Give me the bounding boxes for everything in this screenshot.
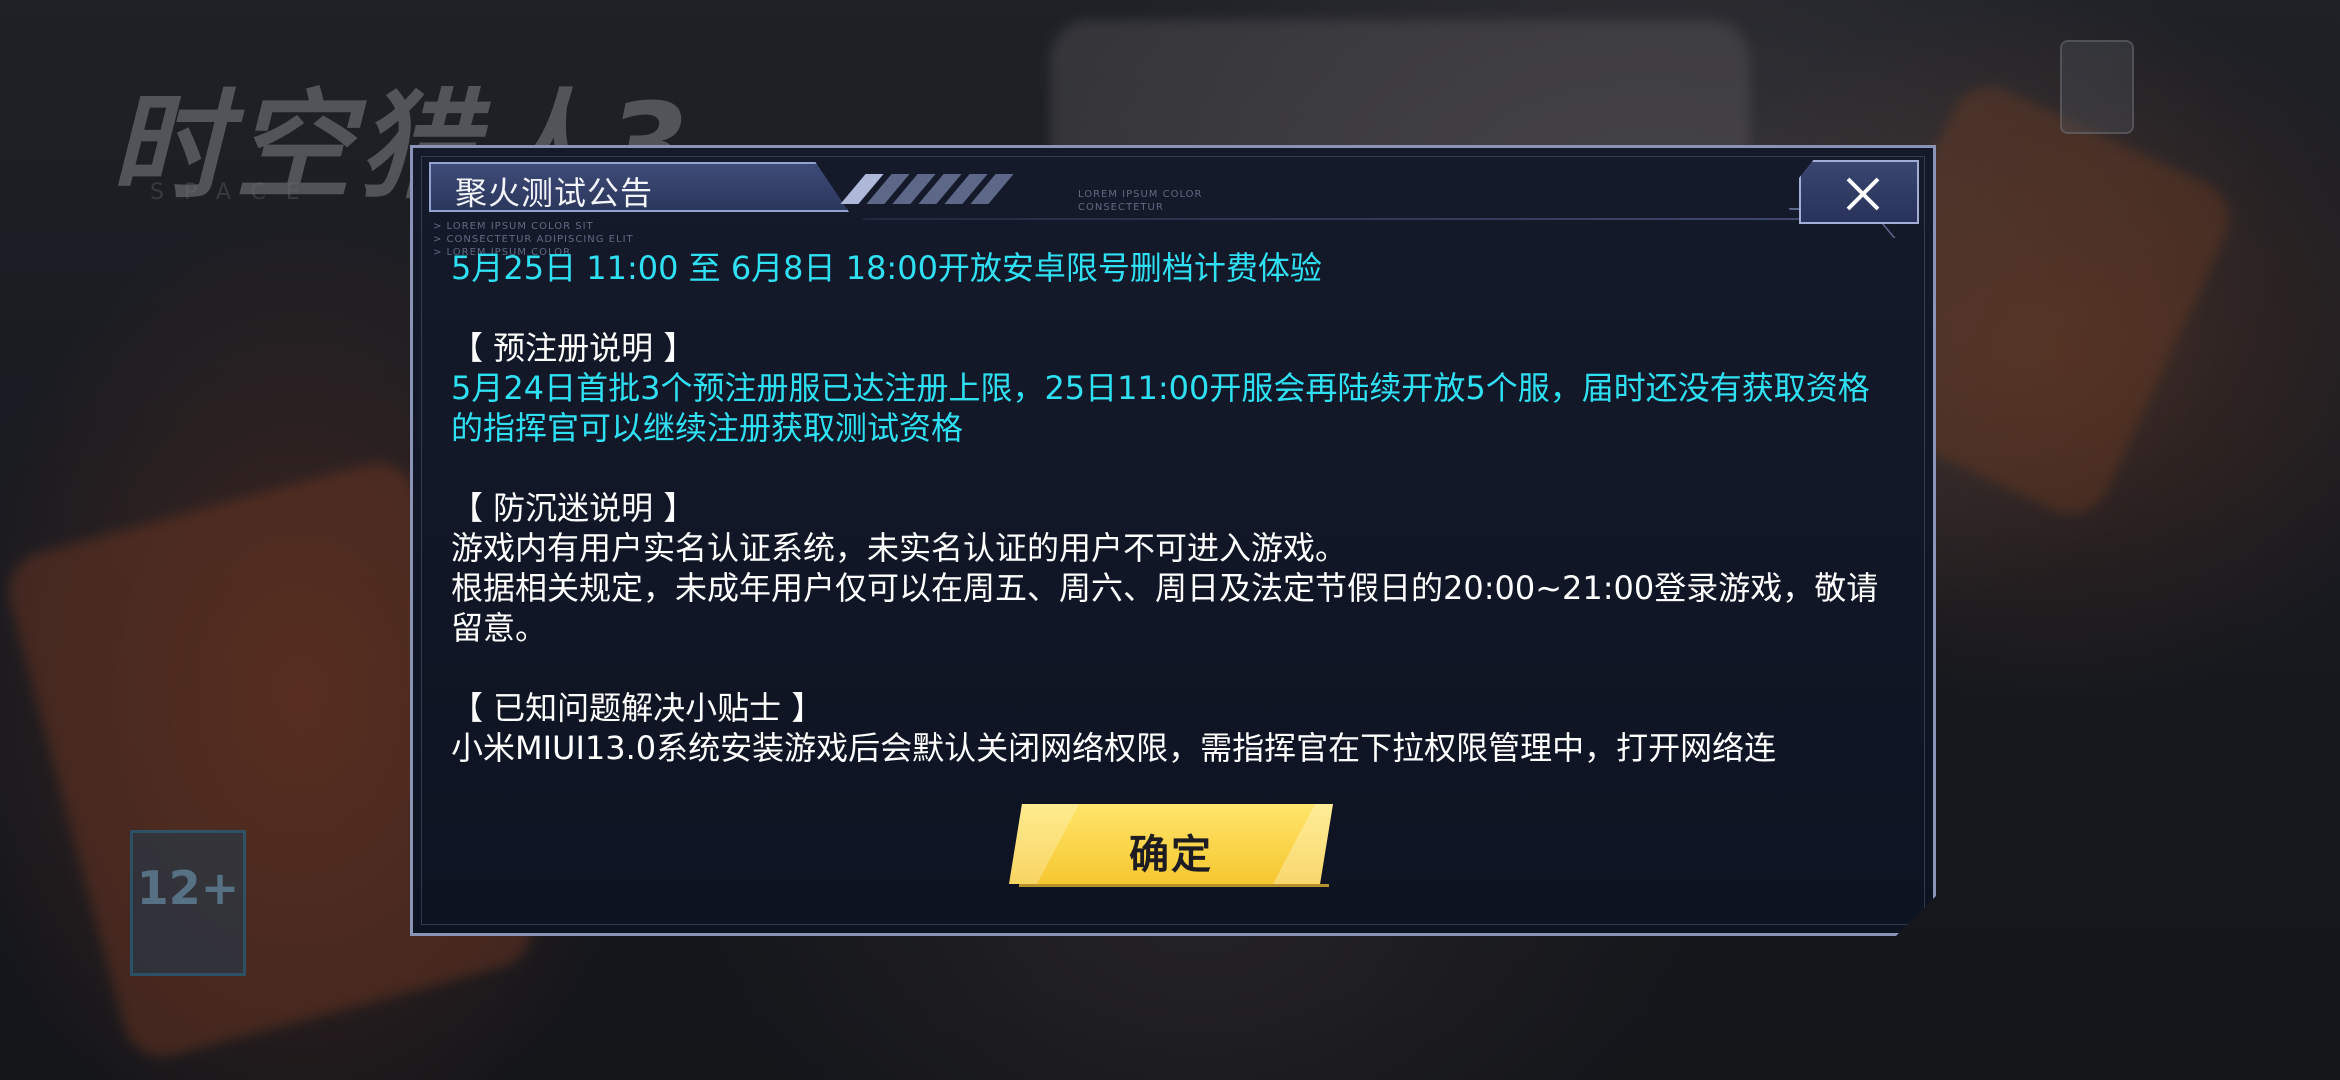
preregister-body: 5月24日首批3个预注册服已达注册上限，25日11:00开服会再陆续开放5个服，… xyxy=(451,369,1870,447)
header-stripes xyxy=(853,174,1001,204)
tips-body: 小米MIUI13.0系统安装游戏后会默认关闭网络权限，需指挥官在下拉权限管理中，… xyxy=(451,729,1777,767)
announcement-dialog: 聚火测试公告 > LOREM IPSUM COLOR SIT > CONSECT… xyxy=(410,145,1936,936)
preregister-heading: 【 预注册说明 】 xyxy=(451,329,696,367)
dialog-title: 聚火测试公告 xyxy=(455,174,654,212)
header-divider xyxy=(863,218,1803,220)
antiaddiction-line-2: 根据相关规定，未成年用户仅可以在周五、周六、周日及法定节假日的20:00~21:… xyxy=(451,569,1879,647)
antiaddiction-heading: 【 防沉迷说明 】 xyxy=(451,489,696,527)
antiaddiction-line-1: 游戏内有用户实名认证系统，未实名认证的用户不可进入游戏。 xyxy=(451,529,1348,567)
open-schedule-line: 5月25日 11:00 至 6月8日 18:00开放安卓限号删档计费体验 xyxy=(451,249,1322,287)
close-icon xyxy=(1845,176,1881,212)
close-button[interactable] xyxy=(1799,160,1919,224)
game-screen: 时空猎人3 SPACE 12+ 聚火测试公告 > LOREM IPSUM COL… xyxy=(0,0,2340,1080)
tips-heading: 【 已知问题解决小贴士 】 xyxy=(451,689,824,727)
announcement-content[interactable]: 5月25日 11:00 至 6月8日 18:00开放安卓限号删档计费体验 【 预… xyxy=(451,248,1891,808)
confirm-label: 确定 xyxy=(1129,832,1213,878)
header-tiny-text-right: LOREM IPSUM COLOR CONSECTETUR xyxy=(1078,189,1203,213)
confirm-button-shadow xyxy=(1019,884,1329,887)
confirm-button[interactable]: 确定 xyxy=(1009,804,1333,884)
